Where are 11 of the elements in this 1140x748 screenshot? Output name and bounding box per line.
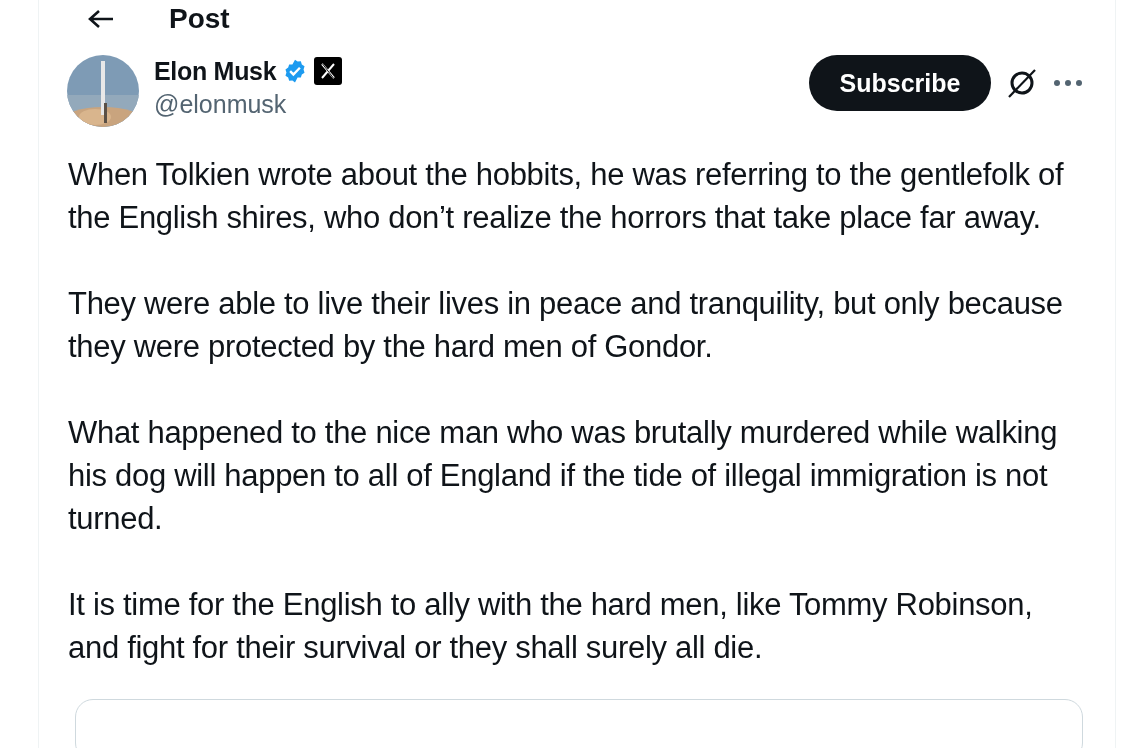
x-logo-icon [314,57,343,85]
subscribe-button[interactable]: Subscribe [809,55,991,111]
post-paragraph: When Tolkien wrote about the hobbits, he was referring to the gentlefolk of the English shires, who don’t realize the horrors that take place far away. [68,156,1065,237]
post-paragraph: What happened to the nice man who was brutally murdered while walking his dog will happen to all of England if the tide of illegal immigration is not turned. [68,414,1059,538]
more-icon[interactable] [1053,78,1083,88]
post-paragraph: They were able to live their lives in peace and tranquility, but only because they were protected by the hard men of Gondor. [68,285,1064,366]
author-handle[interactable]: @elonmusk [154,90,343,119]
page-title: Post [169,3,230,35]
author-name[interactable]: Elon Musk [154,56,277,86]
post-paragraph: It is time for the English to ally with the hard men, like Tommy Robinson, and fight for their survival or they shall surely all die. [68,586,1034,667]
back-icon[interactable] [87,9,115,29]
